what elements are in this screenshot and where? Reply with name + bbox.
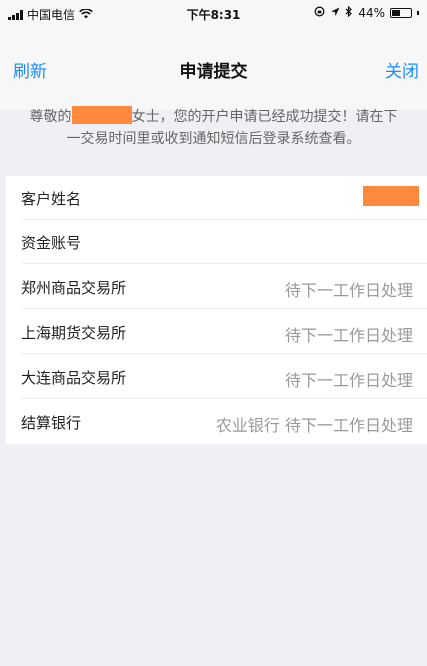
row-label: 结算银行	[21, 414, 82, 432]
battery-icon	[390, 8, 412, 18]
battery-tip	[417, 11, 419, 15]
notice-prefix: 尊敬的	[29, 109, 72, 125]
battery-fill	[392, 10, 400, 16]
list-item-settlement-bank: 结算银行 农业银行 待下一工作日处理	[6, 400, 427, 444]
close-button[interactable]: 关闭	[385, 57, 419, 82]
application-status-list: 客户姓名 资金账号 郑州商品交易所 待下一工作日处理 上海期货交易所 待下一工作…	[6, 176, 427, 444]
status-bar: 中国电信 下午8:31 44%	[0, 0, 427, 26]
redacted-customer-name	[363, 186, 419, 206]
row-value: 待下一工作日处理	[284, 371, 413, 390]
row-label: 上海期货交易所	[21, 324, 127, 342]
notice-line1: 女士，您的开户申请已经成功提交！请在下	[131, 109, 398, 125]
row-value: 待下一工作日处理	[284, 281, 413, 300]
list-item-shanghai-exchange: 上海期货交易所 待下一工作日处理	[6, 310, 427, 354]
bluetooth-icon	[345, 5, 353, 20]
row-label: 资金账号	[21, 234, 82, 252]
list-item-fund-account: 资金账号	[6, 220, 427, 264]
row-label: 郑州商品交易所	[21, 279, 127, 297]
navigation-bar: 刷新 申请提交 关闭	[0, 26, 427, 110]
status-right: 44%	[314, 5, 419, 20]
row-label: 客户姓名	[21, 190, 82, 208]
battery-percent: 44%	[358, 6, 385, 20]
row-label: 大连商品交易所	[21, 369, 127, 387]
redacted-name	[71, 106, 132, 124]
row-value: 农业银行 待下一工作日处理	[215, 416, 413, 435]
location-icon	[330, 6, 340, 20]
list-item-dalian-exchange: 大连商品交易所 待下一工作日处理	[6, 355, 427, 399]
page-title: 申请提交	[179, 62, 248, 82]
orientation-lock-icon	[314, 6, 325, 20]
row-value: 待下一工作日处理	[284, 326, 413, 345]
list-item-zhengzhou-exchange: 郑州商品交易所 待下一工作日处理	[6, 265, 427, 309]
notice-line2: 一交易时间里或收到通知短信后登录系统查看。	[66, 131, 361, 147]
list-item-customer-name: 客户姓名	[6, 176, 427, 220]
success-notice: 尊敬的 女士，您的开户申请已经成功提交！请在下 一交易时间里或收到通知短信后登录系…	[0, 100, 427, 175]
